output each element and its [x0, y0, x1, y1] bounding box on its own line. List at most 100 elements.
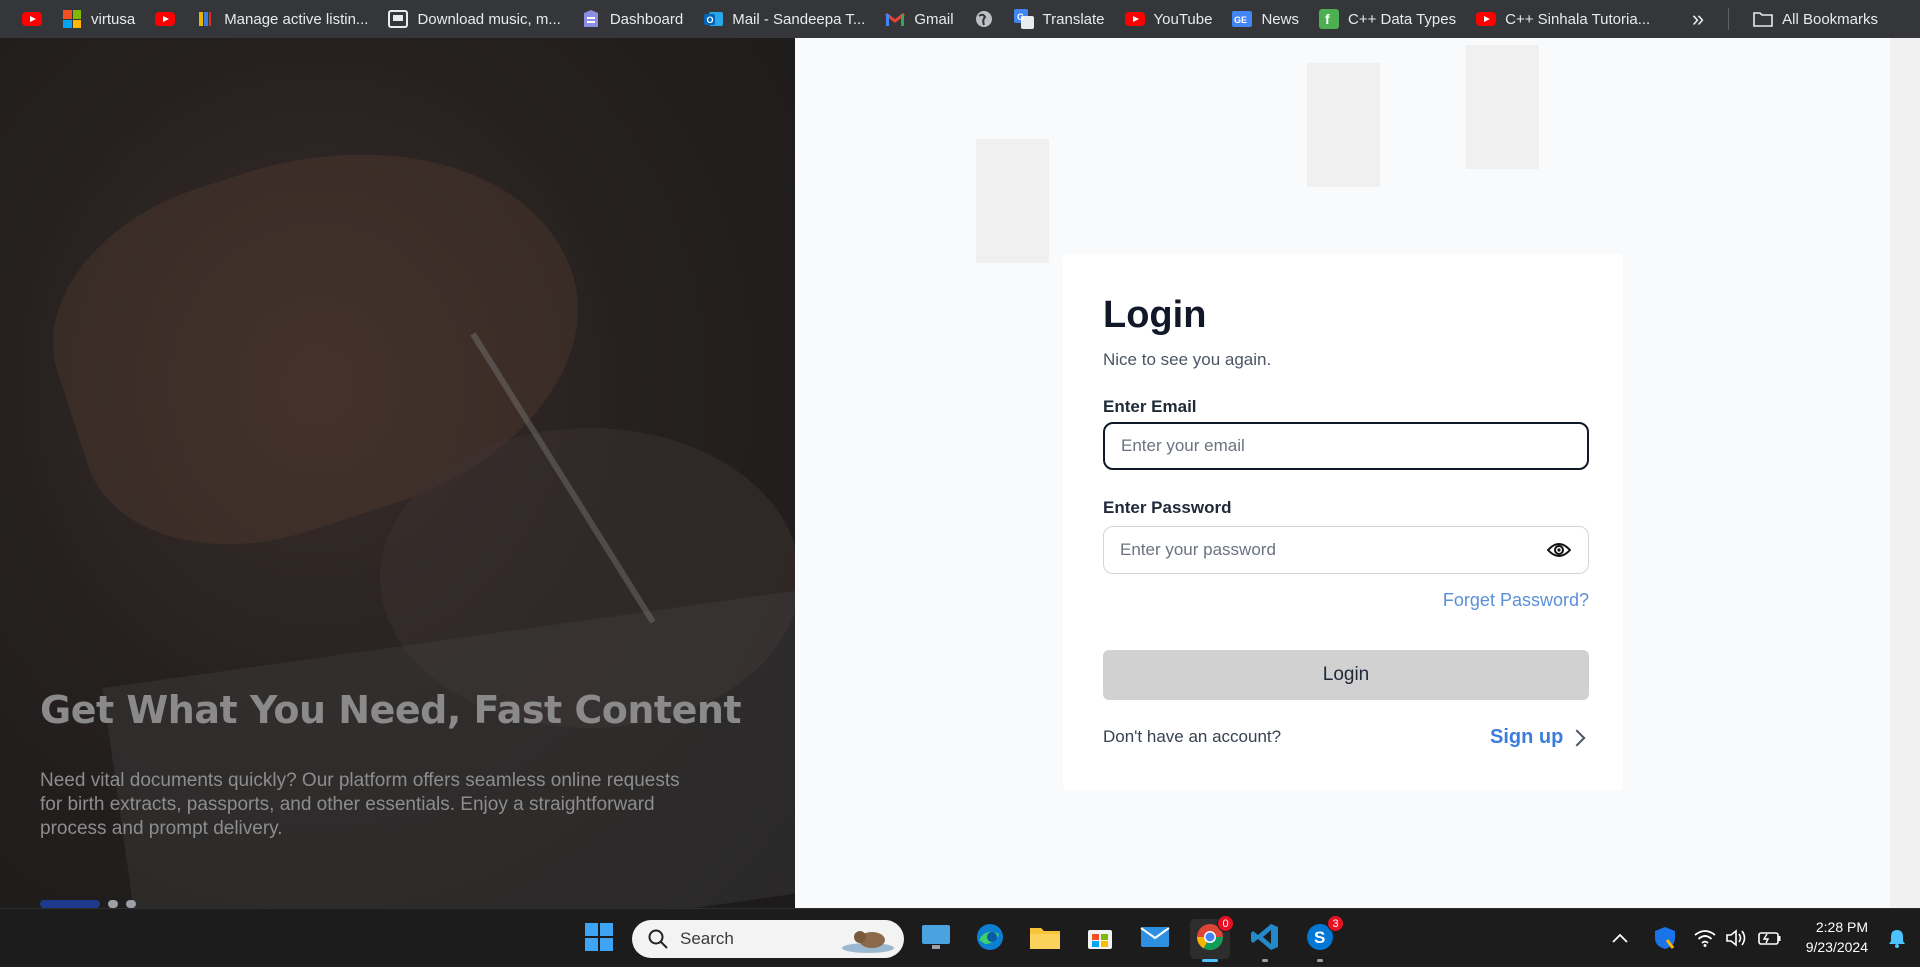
bookmark-label: C++ Data Types [1347, 10, 1457, 28]
hero-panel: Get What You Need, Fast Content Need vit… [0, 38, 795, 908]
listing-icon [195, 9, 215, 29]
system-tray [1612, 909, 1782, 967]
active-indicator [1202, 959, 1218, 962]
decorative-block [976, 139, 1049, 263]
taskbar-vscode[interactable] [1245, 919, 1285, 962]
chevron-up-icon[interactable] [1612, 933, 1628, 943]
skype-notification-badge: 3 [1327, 915, 1344, 932]
page-content: Get What You Need, Fast Content Need vit… [0, 38, 1890, 908]
bookmark-label: Translate [1042, 10, 1105, 28]
vscode-icon [1250, 922, 1280, 957]
taskbar-file-explorer[interactable] [1025, 919, 1065, 959]
email-input[interactable] [1103, 422, 1589, 470]
edge-icon [975, 922, 1005, 957]
bookmark-label: Dashboard [609, 10, 684, 28]
taskbar-chrome[interactable]: 0 [1190, 915, 1234, 962]
dashboard-icon [581, 9, 601, 29]
bookmark-translate[interactable]: G Translate [1006, 4, 1113, 34]
password-label: Enter Password [1103, 498, 1232, 517]
taskbar-mail[interactable] [1135, 919, 1175, 959]
running-indicator [1262, 959, 1268, 962]
signup-label: Sign up [1490, 726, 1564, 748]
monitor-icon [921, 923, 951, 956]
show-password-eye-icon[interactable] [1546, 540, 1572, 560]
bookmark-cpp-sinhala[interactable]: C++ Sinhala Tutoria... [1468, 4, 1658, 34]
taskbar-store[interactable] [1080, 919, 1120, 959]
news-icon: GE [1232, 9, 1253, 29]
bookmark-label: C++ Sinhala Tutoria... [1505, 10, 1651, 28]
bookmark-cpp-data-types[interactable]: f C++ Data Types [1311, 4, 1464, 34]
gmail-icon [885, 9, 906, 29]
bookmark-download-music[interactable]: Download music, m... [380, 4, 568, 34]
taskbar-search[interactable]: Search [632, 920, 904, 958]
notification-bell-icon[interactable] [1888, 928, 1906, 948]
translate-icon: G [1013, 9, 1034, 29]
svg-text:f: f [1325, 11, 1330, 27]
divider [1728, 8, 1730, 30]
microsoft-icon [62, 9, 82, 29]
battery-icon[interactable] [1758, 930, 1782, 946]
start-button[interactable] [579, 919, 619, 959]
carousel-dot[interactable] [108, 900, 118, 908]
folder-icon [1753, 9, 1773, 29]
bookmarks-bar: virtusa Manage active listin... Download… [0, 0, 1920, 38]
bookmark-label: Download music, m... [417, 10, 561, 28]
taskbar-skype[interactable]: S 3 [1300, 915, 1344, 962]
bookmark-virtusa[interactable]: virtusa [54, 4, 143, 34]
bookmark-globe[interactable] [966, 4, 1002, 34]
login-card: Login Nice to see you again. Enter Email… [1063, 254, 1623, 790]
bookmark-dashboard[interactable]: Dashboard [573, 4, 691, 34]
email-label: Enter Email [1103, 397, 1197, 416]
cpp-icon: f [1318, 9, 1339, 29]
svg-text:G: G [1017, 12, 1024, 22]
bookmark-youtube[interactable]: YouTube [1117, 4, 1221, 34]
youtube-icon [22, 9, 42, 29]
bookmark-label: News [1261, 10, 1299, 28]
login-button[interactable]: Login [1103, 650, 1589, 700]
bookmark-youtube-1[interactable] [14, 4, 50, 34]
bookmark-youtube-2[interactable] [147, 4, 183, 34]
svg-text:GE: GE [1234, 15, 1247, 25]
all-bookmarks-button[interactable]: All Bookmarks [1745, 4, 1886, 34]
clock-time: 2:28 PM [1815, 919, 1868, 935]
search-placeholder: Search [680, 929, 734, 948]
svg-text:S: S [1314, 928, 1325, 947]
search-icon [648, 929, 668, 949]
bookmarks-right: » All Bookmarks [1684, 4, 1890, 34]
taskbar-clock[interactable]: 2:28 PM 9/23/2024 [1806, 917, 1868, 957]
forgot-password-link[interactable]: Forget Password? [1443, 590, 1589, 611]
bookmark-label: Gmail [914, 10, 954, 28]
running-indicator [1317, 959, 1323, 962]
globe-icon [974, 9, 994, 29]
chevron-right-icon [1568, 729, 1586, 746]
signup-link[interactable]: Sign up [1490, 726, 1586, 749]
clock-date: 9/23/2024 [1805, 939, 1868, 955]
bookmark-gmail[interactable]: Gmail [877, 4, 961, 34]
youtube-icon [1476, 9, 1497, 29]
taskbar-edge[interactable] [970, 919, 1010, 959]
no-account-text: Don't have an account? [1103, 727, 1282, 746]
windows-icon [585, 922, 613, 956]
bookmark-mail[interactable]: O Mail - Sandeepa T... [695, 4, 873, 34]
defender-shield-icon[interactable] [1654, 926, 1676, 950]
bookmark-label: YouTube [1153, 10, 1213, 28]
taskbar: Search 0 S 3 2:28 PM 9/23/2024 [0, 908, 1920, 966]
store-icon [1086, 923, 1114, 956]
volume-icon[interactable] [1726, 929, 1748, 947]
bookmark-manage-listings[interactable]: Manage active listin... [187, 4, 376, 34]
mail-icon [1140, 925, 1170, 954]
carousel-dots [40, 900, 136, 908]
wifi-icon[interactable] [1694, 929, 1716, 947]
carousel-dot-active[interactable] [40, 900, 100, 908]
hero-title: Get What You Need, Fast Content [40, 688, 742, 732]
bookmarks-overflow-button[interactable]: » [1684, 6, 1712, 32]
carousel-dot[interactable] [126, 900, 136, 908]
all-bookmarks-label: All Bookmarks [1782, 10, 1878, 28]
taskbar-desktop[interactable] [916, 919, 956, 959]
hero-description: Need vital documents quickly? Our platfo… [40, 770, 680, 839]
chrome-notification-badge: 0 [1217, 915, 1234, 932]
password-input[interactable] [1103, 526, 1589, 574]
bookmark-news[interactable]: GE News [1224, 4, 1307, 34]
page-scrollbar[interactable] [1890, 38, 1920, 908]
bookmark-label: virtusa [91, 10, 136, 28]
